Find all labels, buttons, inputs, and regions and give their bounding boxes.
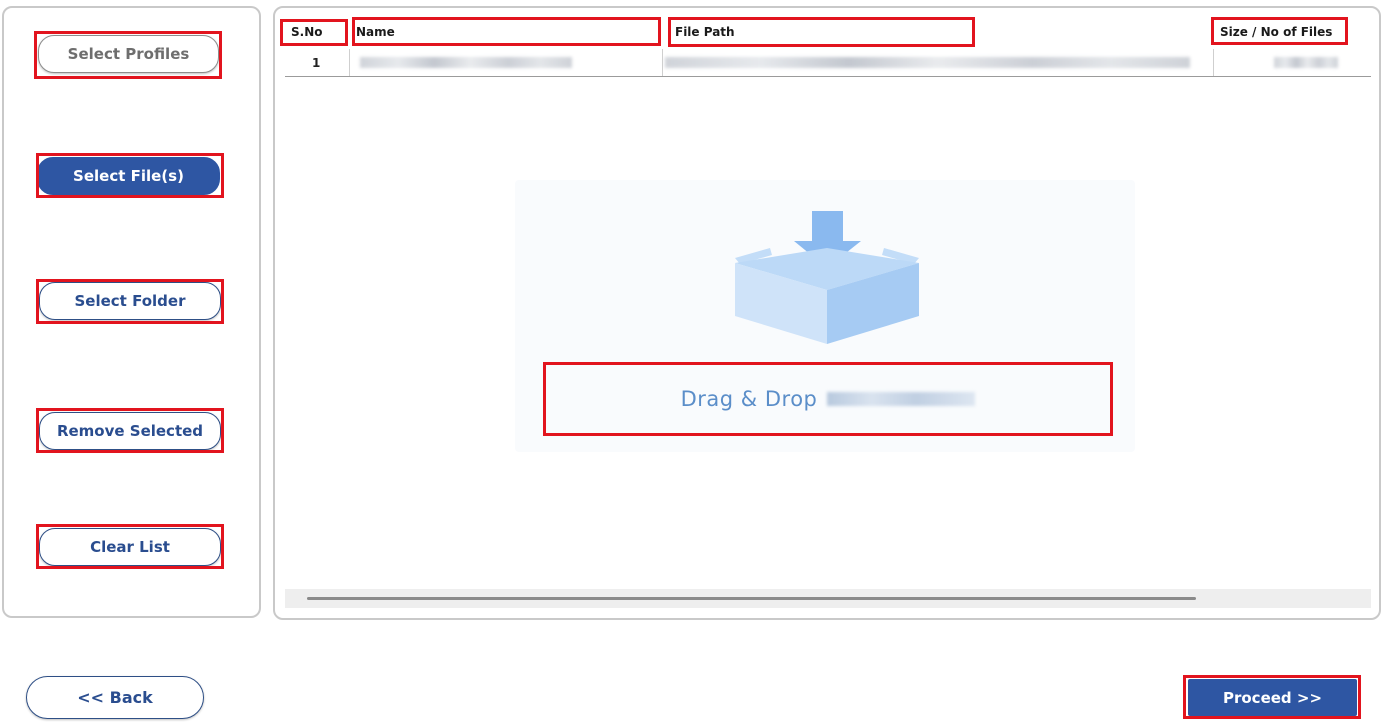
row-sno: 1 xyxy=(312,56,321,70)
column-separator xyxy=(349,49,350,76)
drag-drop-label: Drag & Drop xyxy=(545,364,1111,434)
column-header-file-path[interactable]: File Path xyxy=(675,25,735,39)
back-button[interactable]: << Back xyxy=(26,676,204,719)
row-size-redacted xyxy=(1274,57,1338,68)
column-header-name[interactable]: Name xyxy=(356,25,395,39)
drag-drop-text: Drag & Drop xyxy=(680,387,818,411)
file-selection-page: Select Profiles Select File(s) Select Fo… xyxy=(0,0,1386,722)
clear-list-button[interactable]: Clear List xyxy=(39,528,221,566)
row-name-redacted xyxy=(360,57,572,68)
row-divider xyxy=(285,76,1371,77)
column-header-size[interactable]: Size / No of Files xyxy=(1220,25,1332,39)
proceed-button[interactable]: Proceed >> xyxy=(1188,679,1357,716)
column-separator xyxy=(1213,49,1214,76)
column-separator xyxy=(662,49,663,76)
select-folder-button[interactable]: Select Folder xyxy=(39,282,221,320)
scrollbar-thumb[interactable] xyxy=(307,597,1196,600)
redacted-text xyxy=(827,392,976,406)
remove-selected-button[interactable]: Remove Selected xyxy=(39,412,221,450)
download-box-icon xyxy=(735,211,919,344)
column-header-sno[interactable]: S.No xyxy=(291,25,323,39)
row-path-redacted xyxy=(665,57,1190,68)
select-profiles-button[interactable]: Select Profiles xyxy=(38,35,219,73)
select-files-button[interactable]: Select File(s) xyxy=(37,157,220,195)
